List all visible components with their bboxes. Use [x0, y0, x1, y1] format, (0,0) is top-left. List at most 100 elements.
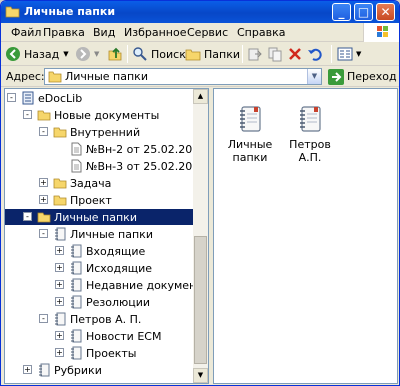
notebook-icon — [71, 295, 82, 309]
tree-node-label: Петров А. П. — [70, 313, 142, 326]
menu-edit[interactable]: Правка — [43, 26, 85, 39]
close-button[interactable]: ✕ — [376, 3, 395, 21]
tree-node[interactable]: + Рубрики — [5, 362, 194, 378]
file-item-label: Личные папки — [227, 138, 273, 164]
tree-node[interactable]: №Вн-2 от 25.02.2010 (Вну — [5, 141, 208, 157]
expand-icon[interactable]: + — [39, 178, 48, 187]
chevron-down-icon[interactable]: ▼ — [94, 50, 99, 58]
folder-icon — [53, 127, 67, 138]
file-list[interactable]: Личные папки Петров А.П. — [213, 88, 398, 384]
tree-node[interactable]: - Личные папки — [5, 209, 194, 225]
expand-icon[interactable]: + — [55, 263, 64, 272]
tree-node-label: Задача — [70, 177, 112, 190]
folders-button[interactable]: Папки — [185, 44, 240, 64]
tree-node-label: Недавние документы — [86, 279, 209, 292]
notebook-icon — [71, 244, 82, 258]
tree-node-label: Проект — [70, 194, 112, 207]
scroll-thumb[interactable] — [194, 236, 207, 364]
chevron-down-icon[interactable]: ▼ — [63, 50, 68, 58]
tree-node-label: Личные папки — [70, 228, 153, 241]
tree-node[interactable]: + Проект — [5, 192, 194, 208]
tree-node[interactable]: + Исходящие — [5, 260, 194, 276]
tree-node[interactable]: - Внутренний — [5, 124, 194, 140]
address-dropdown-button[interactable]: ▼ — [307, 69, 321, 84]
go-arrow-icon — [328, 68, 344, 85]
collapse-icon[interactable]: - — [7, 93, 16, 102]
delete-button[interactable] — [287, 44, 303, 64]
collapse-icon[interactable]: - — [39, 229, 48, 238]
tree-node-label: eDocLib — [38, 92, 83, 105]
move-to-icon — [248, 48, 262, 61]
notebook-icon — [71, 278, 82, 292]
tree-node[interactable]: + Недавние документы — [5, 277, 208, 293]
folder-icon — [37, 110, 51, 121]
chevron-down-icon[interactable]: ▼ — [356, 50, 361, 58]
up-button[interactable] — [107, 44, 123, 64]
views-button[interactable]: ▼ — [337, 44, 361, 64]
collapse-icon[interactable]: - — [39, 127, 48, 136]
file-item-personal-folders[interactable]: Личные папки — [220, 103, 280, 164]
tree-node[interactable]: + Задача — [5, 175, 194, 191]
menu-help[interactable]: Справка — [237, 26, 285, 39]
scroll-down-button[interactable]: ▼ — [193, 368, 208, 383]
document-icon — [71, 159, 82, 173]
collapse-icon[interactable]: - — [39, 314, 48, 323]
delete-icon — [289, 48, 301, 60]
folder-tree[interactable]: - eDocLib - Новые документы - Внутренний №Вн-2… — [4, 88, 209, 384]
windows-logo — [363, 23, 399, 42]
notebook-icon — [55, 312, 66, 326]
undo-icon — [308, 48, 322, 61]
tree-node[interactable]: №Вн-3 от 25.02.2010 (Вну — [5, 158, 208, 174]
address-bar: Адрес: Личные папки ▼ Переход — [1, 66, 399, 87]
folder-up-icon — [108, 47, 122, 61]
tree-node-label: Резолюции — [86, 296, 151, 309]
expand-icon[interactable]: + — [39, 195, 48, 204]
folder-icon — [53, 178, 67, 189]
menu-favorites[interactable]: Избранное — [124, 26, 186, 39]
menu-tools[interactable]: Сервис — [187, 26, 228, 39]
tree-node[interactable]: + Проекты — [5, 345, 194, 361]
expand-icon[interactable]: + — [55, 331, 64, 340]
tree-node[interactable]: - eDocLib — [5, 90, 194, 106]
document-icon — [71, 142, 82, 156]
minimize-button[interactable]: _ — [332, 3, 351, 21]
move-to-button[interactable] — [247, 44, 263, 64]
expand-icon[interactable]: + — [55, 246, 64, 255]
collapse-icon[interactable]: - — [23, 212, 32, 221]
copy-to-button[interactable] — [267, 44, 283, 64]
address-value: Личные папки — [65, 70, 148, 83]
tree-node[interactable]: + Входящие — [5, 243, 194, 259]
toolbar-separator — [127, 45, 128, 63]
folder-icon — [48, 71, 62, 83]
undo-button[interactable] — [307, 44, 323, 64]
go-button[interactable]: Переход — [328, 68, 397, 85]
expand-icon[interactable]: + — [55, 280, 64, 289]
expand-icon[interactable]: + — [23, 365, 32, 374]
toolbar: Назад ▼ ▼ Поиск Папки ▼ — [1, 42, 399, 66]
maximize-button[interactable]: □ — [354, 3, 373, 21]
notebook-icon — [71, 346, 82, 360]
file-item-label: Петров А.П. — [289, 138, 331, 164]
title-bar[interactable]: Личные папки _ □ ✕ — [1, 1, 399, 23]
file-item-petrov[interactable]: Петров А.П. — [280, 103, 340, 164]
forward-button[interactable]: ▼ — [75, 44, 99, 64]
search-button[interactable]: Поиск — [132, 44, 186, 64]
menu-view[interactable]: Вид — [93, 26, 115, 39]
tree-node[interactable]: + Резолюции — [5, 294, 194, 310]
scroll-up-button[interactable]: ▲ — [193, 89, 208, 104]
tree-node[interactable]: - Личные папки — [5, 226, 194, 242]
tree-node-label: Новости ECM — [86, 330, 162, 343]
tree-node[interactable]: + Новости ECM — [5, 328, 194, 344]
back-button[interactable]: Назад ▼ — [5, 44, 69, 64]
collapse-icon[interactable]: - — [23, 110, 32, 119]
toolbar-separator — [242, 45, 243, 63]
tree-node[interactable]: - Новые документы — [5, 107, 194, 123]
address-input[interactable]: Личные папки ▼ — [44, 68, 322, 85]
tree-node[interactable]: - Петров А. П. — [5, 311, 194, 327]
expand-icon[interactable]: + — [55, 348, 64, 357]
tree-scrollbar[interactable]: ▲ ▼ — [193, 89, 208, 383]
menu-file[interactable]: Файл — [11, 26, 41, 39]
tree-node-label: Проекты — [86, 347, 137, 360]
expand-icon[interactable]: + — [55, 297, 64, 306]
toolbar-separator — [331, 45, 332, 63]
